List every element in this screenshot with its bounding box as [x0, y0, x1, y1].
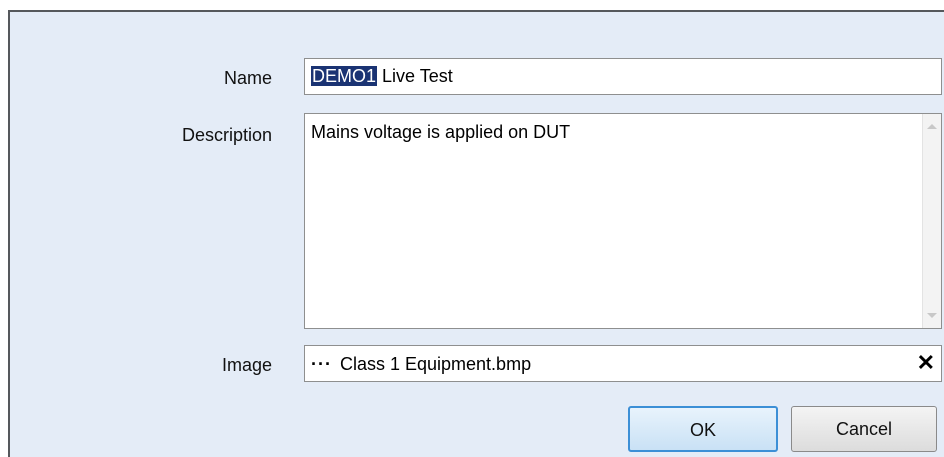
description-label: Description [181, 125, 272, 145]
ellipsis-icon[interactable]: ··· [311, 354, 332, 374]
ok-button[interactable]: OK [628, 406, 778, 452]
name-input[interactable]: DEMO1 Live Test [304, 58, 942, 95]
name-selected-text: DEMO1 [311, 66, 378, 86]
close-icon[interactable]: ✕ [917, 351, 935, 375]
test-properties-dialog: Name DEMO1 Live Test Description Mains v… [8, 10, 944, 457]
image-filename: Class 1 Equipment.bmp [339, 354, 532, 374]
image-field[interactable]: ··· Class 1 Equipment.bmp ✕ [304, 345, 942, 382]
scroll-down-arrow-icon[interactable] [927, 313, 937, 318]
scroll-up-arrow-icon[interactable] [927, 124, 937, 129]
description-textarea[interactable]: Mains voltage is applied on DUT [304, 113, 942, 329]
description-text: Mains voltage is applied on DUT [311, 122, 571, 142]
image-label: Image [221, 355, 272, 375]
cancel-button[interactable]: Cancel [791, 406, 937, 452]
description-scrollbar[interactable] [922, 114, 941, 328]
name-remaining-text: Live Test [377, 66, 453, 86]
name-label: Name [223, 68, 272, 88]
